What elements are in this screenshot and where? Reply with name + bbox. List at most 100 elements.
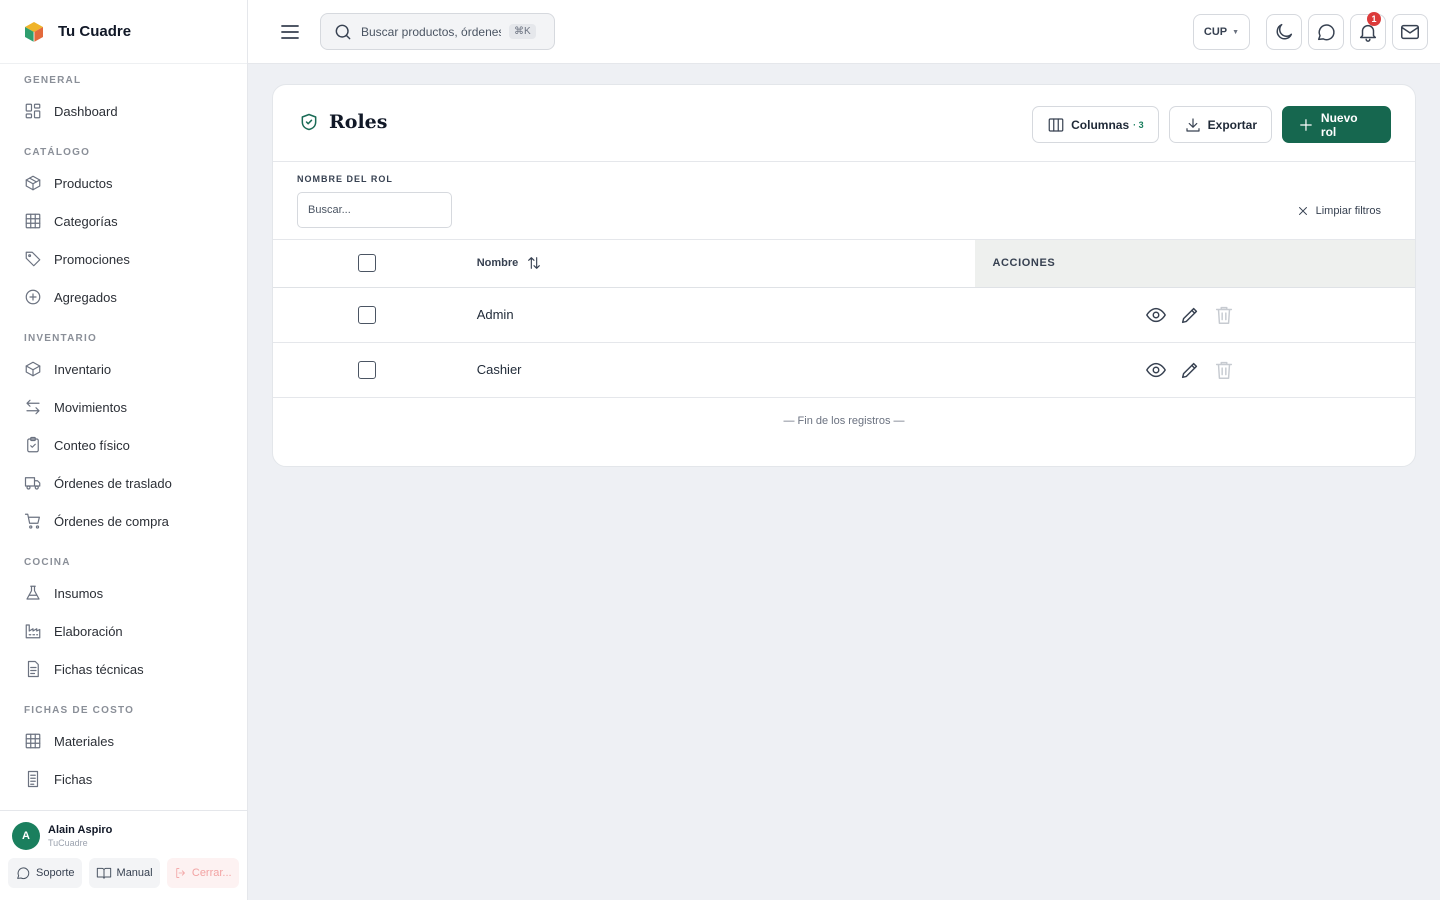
row-checkbox[interactable] — [358, 305, 376, 324]
chat-button[interactable] — [1308, 14, 1344, 50]
avatar: A — [12, 822, 40, 850]
sidebar-item-label: Dashboard — [54, 103, 118, 119]
sidebar-item-ordenes-traslado[interactable]: Órdenes de traslado — [0, 464, 247, 502]
sidebar-item-label: Materiales — [54, 733, 114, 749]
support-label: Soporte — [36, 867, 75, 879]
chat-icon — [17, 867, 30, 880]
search-input[interactable] — [361, 24, 501, 39]
new-role-button[interactable]: Nuevo rol — [1282, 106, 1391, 143]
flask-icon — [26, 585, 40, 600]
roles-card: Roles Columnas · 3 Exportar Nuevo rol NO… — [272, 84, 1416, 467]
clear-filters-button[interactable]: Limpiar filtros — [1297, 205, 1381, 217]
nav-section-fichas-costo: FICHAS DE COSTO — [24, 705, 135, 716]
view-icon[interactable] — [1145, 359, 1167, 381]
sidebar-item-categorias[interactable]: Categorías — [0, 202, 247, 240]
currency-select[interactable]: CUP ▼ — [1193, 14, 1250, 50]
search-icon — [335, 24, 351, 39]
box-icon — [25, 175, 41, 191]
manual-label: Manual — [116, 867, 153, 879]
book-icon — [96, 867, 111, 879]
global-search[interactable]: ⌘K — [320, 13, 555, 50]
page-title: Roles — [329, 111, 388, 133]
view-icon[interactable] — [1145, 304, 1167, 326]
row-checkbox[interactable] — [358, 360, 376, 379]
tag-icon — [25, 251, 41, 267]
table-header-row: Nombre ACCIONES — [273, 240, 1415, 287]
chat-bubble-icon — [1317, 24, 1335, 41]
truck-icon — [24, 477, 41, 490]
topbar: ⌘K CUP ▼ 1 — [248, 0, 1440, 64]
support-button[interactable]: Soporte — [8, 858, 82, 888]
edit-icon[interactable] — [1179, 359, 1201, 381]
factory-icon — [25, 624, 41, 639]
sidebar-item-label: Insumos — [54, 585, 104, 601]
sidebar-item-inventario[interactable]: Inventario — [0, 350, 247, 388]
roles-table: Nombre ACCIONES Admin Cashier — [273, 240, 1415, 398]
sidebar-item-label: Productos — [54, 175, 113, 191]
user-name: Alain Aspiro — [48, 824, 113, 836]
filter-label: NOMBRE DEL ROL — [297, 174, 393, 184]
filters-bar: NOMBRE DEL ROL Limpiar filtros — [273, 162, 1415, 240]
notifications-button[interactable]: 1 — [1350, 12, 1386, 50]
nav-section-inventario: INVENTARIO — [24, 333, 97, 344]
sidebar-item-movimientos[interactable]: Movimientos — [0, 388, 247, 426]
logout-icon — [175, 868, 185, 878]
new-role-label: Nuevo rol — [1320, 110, 1358, 139]
sidebar-item-label: Fichas técnicas — [54, 661, 144, 677]
export-button[interactable]: Exportar — [1168, 106, 1272, 143]
sidebar-item-label: Categorías — [54, 213, 118, 229]
sidebar-item-materiales[interactable]: Materiales — [0, 722, 247, 760]
menu-toggle-button[interactable] — [278, 20, 302, 44]
sidebar-item-promociones[interactable]: Promociones — [0, 240, 247, 278]
name-column-header[interactable]: Nombre — [477, 255, 976, 271]
mail-button[interactable] — [1392, 14, 1428, 50]
sidebar-item-fichas[interactable]: Fichas — [0, 760, 247, 798]
delete-icon[interactable] — [1213, 304, 1235, 326]
moon-icon — [1276, 23, 1293, 40]
sidebar-item-ordenes-compra[interactable]: Órdenes de compra — [0, 502, 247, 540]
sidebar-item-dashboard[interactable]: Dashboard — [0, 92, 247, 130]
user-org: TuCuadre — [48, 838, 88, 848]
nav-section-general: GENERAL — [24, 75, 82, 86]
table-row[interactable]: Admin — [273, 287, 1415, 342]
sidebar-item-insumos[interactable]: Insumos — [0, 574, 247, 612]
sidebar-item-label: Inventario — [54, 361, 112, 377]
select-all-checkbox[interactable] — [358, 254, 376, 273]
columns-label: Columnas — [1071, 117, 1130, 132]
brand-name: Tu Cuadre — [58, 23, 132, 40]
columns-button[interactable]: Columnas · 3 — [1032, 106, 1159, 143]
sidebar-item-productos[interactable]: Productos — [0, 164, 247, 202]
export-label: Exportar — [1207, 117, 1257, 132]
search-shortcut: ⌘K — [509, 24, 536, 39]
sidebar-nav: GENERAL Dashboard CATÁLOGO Productos Cat… — [0, 64, 247, 809]
sort-icon — [528, 257, 541, 270]
plus-circle-icon — [25, 289, 41, 305]
sidebar-item-fichas-tecnicas[interactable]: Fichas técnicas — [0, 650, 247, 688]
nav-section-catalogo: CATÁLOGO — [24, 147, 91, 158]
shield-check-icon — [301, 113, 317, 131]
brand[interactable]: Tu Cuadre — [0, 0, 247, 64]
role-name: Admin — [476, 307, 514, 322]
sidebar-item-elaboracion[interactable]: Elaboración — [0, 612, 247, 650]
manual-button[interactable]: Manual — [88, 858, 160, 888]
sidebar-item-conteo-fisico[interactable]: Conteo físico — [0, 426, 247, 464]
box-icon — [25, 361, 41, 377]
role-name-filter-input[interactable] — [297, 192, 452, 228]
user-info[interactable]: A Alain Aspiro TuCuadre — [0, 811, 247, 850]
name-header-label: Nombre — [476, 257, 519, 270]
theme-toggle-button[interactable] — [1266, 14, 1302, 50]
table-icon — [25, 733, 41, 749]
edit-icon[interactable] — [1179, 304, 1201, 326]
table-row[interactable]: Cashier — [273, 342, 1415, 397]
currency-value: CUP — [1203, 26, 1228, 38]
notification-badge: 1 — [1367, 12, 1381, 26]
sidebar-item-agregados[interactable]: Agregados — [0, 278, 247, 316]
logout-button[interactable]: Cerrar... — [166, 858, 239, 888]
delete-icon[interactable] — [1213, 359, 1235, 381]
cart-icon — [24, 513, 40, 529]
sidebar-item-label: Fichas — [54, 771, 93, 787]
sidebar-item-label: Órdenes de compra — [54, 513, 169, 529]
clipboard-check-icon — [27, 436, 39, 453]
sidebar-item-label: Conteo físico — [54, 437, 130, 453]
logout-label: Cerrar... — [191, 867, 232, 879]
